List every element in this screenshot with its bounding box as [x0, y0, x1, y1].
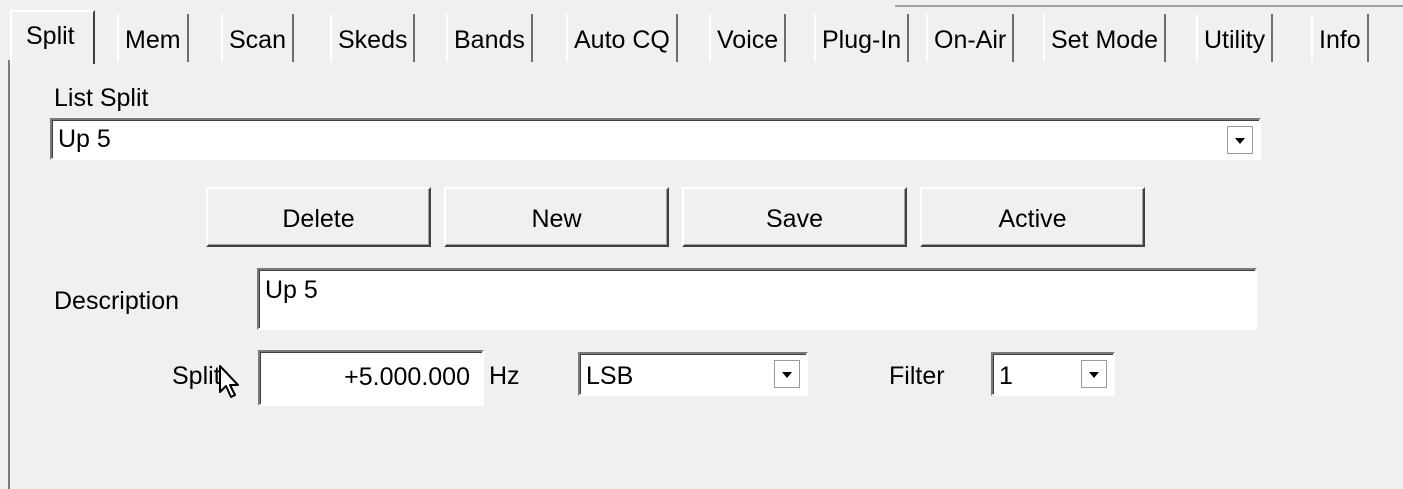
- tab-strip: Split Mem Scan Skeds Bands Auto CQ Voice…: [10, 10, 1403, 64]
- chevron-down-icon[interactable]: [1227, 126, 1253, 154]
- tab-skeds[interactable]: Skeds: [330, 14, 416, 62]
- tab-voice[interactable]: Voice: [709, 14, 787, 62]
- split-label: Split: [172, 362, 221, 390]
- list-split-dropdown[interactable]: Up 5: [50, 118, 1261, 160]
- tab-utility[interactable]: Utility: [1196, 14, 1274, 62]
- description-label: Description: [54, 287, 180, 315]
- tab-info[interactable]: Info: [1311, 14, 1369, 62]
- filter-dropdown[interactable]: 1: [991, 352, 1115, 396]
- tab-split[interactable]: Split: [10, 10, 95, 64]
- delete-button[interactable]: Delete: [206, 187, 431, 247]
- mouse-pointer-icon: [219, 365, 239, 398]
- save-button[interactable]: Save: [682, 187, 907, 247]
- list-split-value: Up 5: [58, 125, 111, 153]
- mode-value: LSB: [586, 362, 634, 390]
- window-frame-top: [895, 5, 1403, 7]
- chevron-down-icon[interactable]: [774, 360, 800, 388]
- tab-on-air[interactable]: On-Air: [926, 14, 1015, 62]
- tab-auto-cq[interactable]: Auto CQ: [566, 14, 678, 62]
- tab-scan[interactable]: Scan: [221, 14, 294, 62]
- mode-dropdown[interactable]: LSB: [578, 352, 808, 396]
- new-button[interactable]: New: [444, 187, 669, 247]
- tab-bands[interactable]: Bands: [446, 14, 533, 62]
- chevron-down-icon[interactable]: [1081, 360, 1107, 388]
- list-split-label: List Split: [54, 84, 149, 112]
- tab-mem[interactable]: Mem: [117, 14, 189, 62]
- tab-plug-in[interactable]: Plug-In: [814, 14, 910, 62]
- active-button[interactable]: Active: [920, 187, 1145, 247]
- split-offset-field[interactable]: +5.000.000: [258, 350, 484, 406]
- description-field[interactable]: Up 5: [257, 268, 1257, 330]
- window-frame-left: [8, 60, 10, 489]
- filter-label: Filter: [889, 362, 945, 390]
- tab-set-mode[interactable]: Set Mode: [1043, 14, 1167, 62]
- split-unit-label: Hz: [489, 362, 520, 390]
- filter-value: 1: [999, 362, 1013, 390]
